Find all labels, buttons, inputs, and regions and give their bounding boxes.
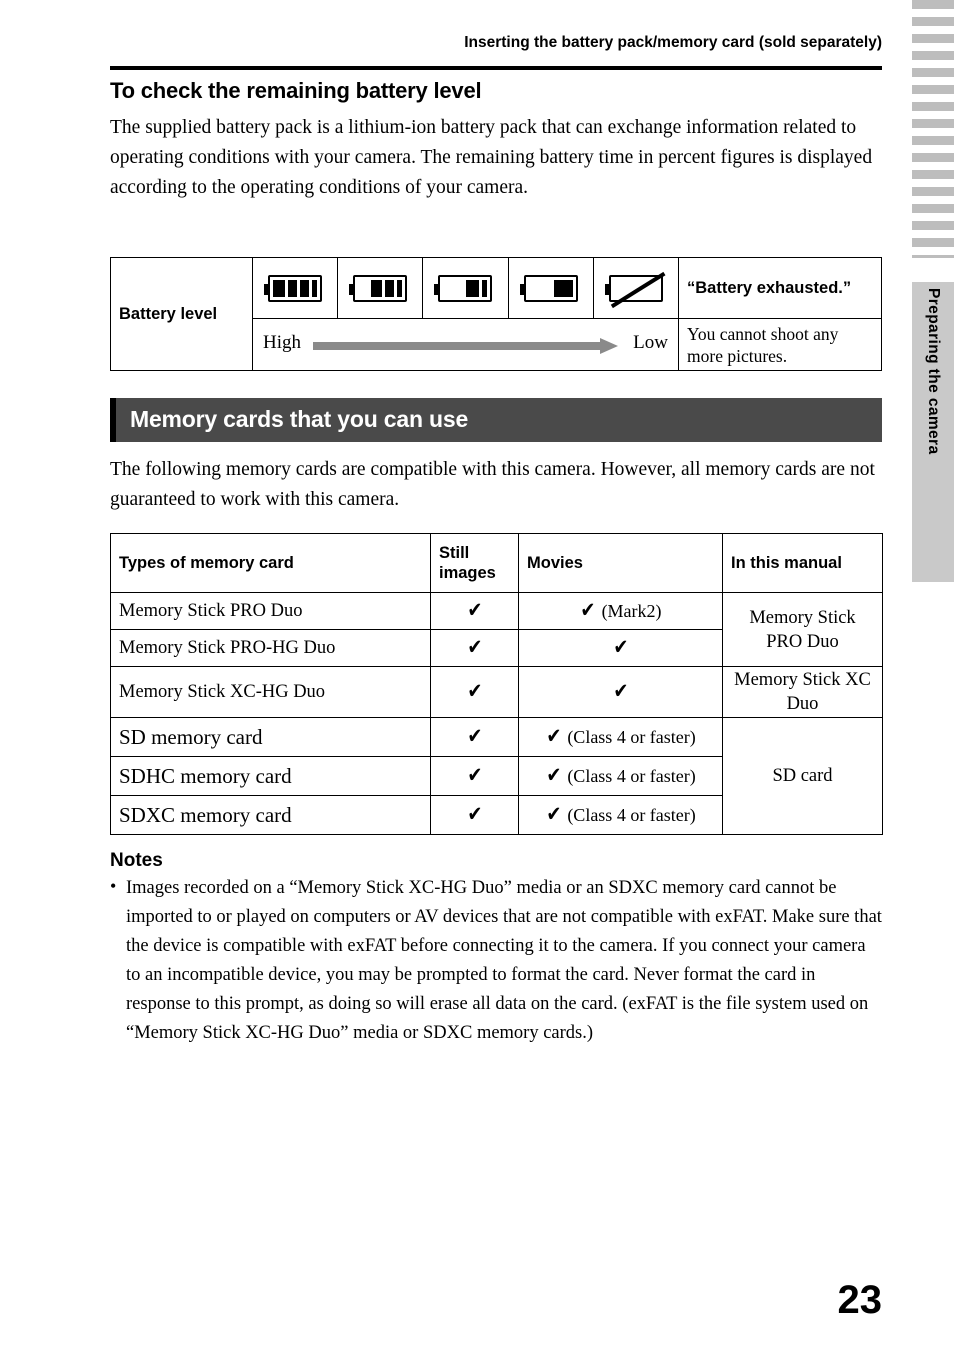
battery-low-label: Low [633,332,668,353]
cell-movies-note: (Mark2) [601,601,662,621]
header-rule [110,66,882,70]
memory-cards-intro-paragraph: The following memory cards are compatibl… [110,459,875,510]
note-bullet: • [110,876,117,896]
cell-in-this-manual: SD card [722,717,883,835]
cell-movies: ✔ [518,666,723,718]
check-icon: ✔ [546,763,562,787]
battery-icon-high-cell [337,257,424,319]
battery-icon-full-cell [251,257,339,319]
check-icon: ✔ [580,598,596,622]
table-row: Memory Stick XC-HG Duo ✔ ✔ Memory Stick … [110,666,883,718]
battery-icon-medium [434,274,493,302]
battery-level-table: Battery level “Battery exhausted.” High … [110,257,882,371]
cell-movies-note: (Class 4 or faster) [567,766,696,786]
cell-card-type: Memory Stick PRO-HG Duo [110,629,431,667]
memory-cards-banner: Memory cards that you can use [110,398,882,442]
cell-still-images: ✔ [430,592,519,630]
battery-level-row-label: Battery level [110,257,253,371]
check-icon: ✔ [546,802,562,826]
col-header-movies: Movies [518,533,723,593]
cell-in-this-manual: Memory Stick PRO Duo [722,592,883,667]
battery-icon-exhausted-cell [592,257,680,319]
check-icon: ✔ [467,724,482,748]
cell-movies: ✔ (Class 4 or faster) [518,717,723,757]
col-header-types: Types of memory card [110,533,431,593]
cell-movies: ✔ (Mark2) [518,592,723,630]
cell-card-type: SD memory card [110,717,431,757]
table-row: Memory Stick PRO Duo ✔ ✔ (Mark2) Memory … [110,592,883,667]
cell-card-type: Memory Stick PRO Duo [110,592,431,630]
cell-movies: ✔ [518,629,723,667]
cell-still-images: ✔ [430,795,519,835]
cell-card-type: SDXC memory card [110,795,431,835]
chapter-tab-label: Preparing the camera [925,288,942,455]
memory-card-table: Types of memory card Still images Movies… [110,533,883,835]
cell-still-images: ✔ [430,666,519,718]
memory-cards-banner-label: Memory cards that you can use [130,406,469,432]
battery-icon-medium-cell [422,257,509,319]
battery-icon-high [349,274,408,302]
battery-section-heading: To check the remaining battery level [110,78,482,103]
battery-intro-paragraph: The supplied battery pack is a lithium-i… [110,117,873,198]
cell-still-images: ✔ [430,756,519,796]
page-edge-stripes [912,0,954,258]
page-number: 23 [837,1278,883,1322]
battery-gradient-arrow [313,338,618,354]
check-icon: ✔ [467,635,482,659]
check-icon: ✔ [613,635,628,659]
cell-movies-note: (Class 4 or faster) [567,727,696,747]
cell-card-type: SDHC memory card [110,756,431,796]
check-icon: ✔ [546,724,562,748]
note-text: Images recorded on a “Memory Stick XC-HG… [126,878,882,1043]
battery-icon-full [264,274,323,302]
page-header-title: Inserting the battery pack/memory card (… [464,34,882,51]
battery-icon-low-cell [507,257,594,319]
document-page: Preparing the camera Inserting the batte… [0,0,954,1345]
battery-high-low-scale: High Low [252,318,679,371]
table-row: SD memory card ✔ ✔ (Class 4 or faster) S… [110,717,883,835]
notes-heading: Notes [110,850,163,871]
check-icon: ✔ [467,679,482,703]
col-header-still-images: Still images [430,533,519,593]
cell-still-images: ✔ [430,717,519,757]
cell-movies-note: (Class 4 or faster) [567,805,696,825]
check-icon: ✔ [467,763,482,787]
cell-movies: ✔ (Class 4 or faster) [518,795,723,835]
battery-high-label: High [263,332,301,353]
battery-icon-low [519,274,578,302]
check-icon: ✔ [467,598,482,622]
battery-exhausted-label: “Battery exhausted.” [678,257,882,319]
cell-still-images: ✔ [430,629,519,667]
check-icon: ✔ [613,679,628,703]
battery-icon-exhausted [604,271,666,308]
table-header-row: Types of memory card Still images Movies… [110,533,883,593]
cell-card-type: Memory Stick XC-HG Duo [110,666,431,718]
col-header-in-this-manual: In this manual [722,533,883,593]
cell-movies: ✔ (Class 4 or faster) [518,756,723,796]
cell-in-this-manual: Memory Stick XC Duo [722,666,883,718]
check-icon: ✔ [467,802,482,826]
battery-exhausted-note: You cannot shoot any more pictures. [678,318,882,371]
